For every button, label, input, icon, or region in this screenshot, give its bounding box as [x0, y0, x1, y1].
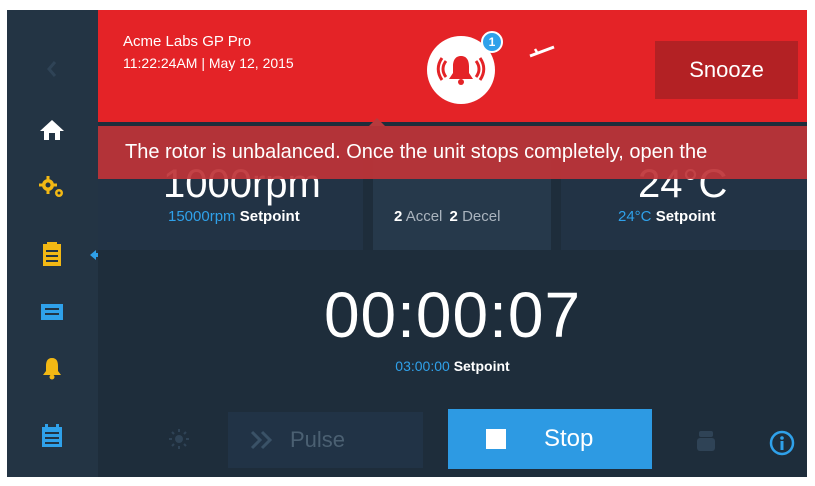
back-button[interactable] — [27, 47, 77, 91]
double-chevron-right-icon — [250, 430, 273, 450]
gear-icon — [39, 176, 63, 197]
temperature-setpoint: 24°C Setpoint — [618, 208, 716, 225]
device-screen: 1000rpm 24°C 15000rpm Setpoint 2 Accel 2… — [7, 10, 807, 477]
elapsed-timer: 00:00:07 — [323, 279, 582, 351]
timer-setpoint-label: Setpoint — [453, 358, 510, 374]
pulse-button[interactable]: Pulse — [228, 412, 423, 468]
sidebar — [7, 10, 98, 477]
calendar-icon — [42, 424, 62, 447]
sidebar-item-settings[interactable] — [27, 165, 77, 209]
stop-label: Stop — [544, 425, 594, 452]
speed-setpoint: 15000rpm Setpoint — [168, 208, 300, 225]
sidebar-item-home[interactable] — [27, 108, 77, 152]
pulse-label: Pulse — [290, 427, 346, 452]
alert-message[interactable]: The rotor is unbalanced. Once the unit s… — [98, 126, 807, 179]
stop-square-icon — [486, 429, 506, 449]
app-name: Acme Labs GP Pro — [123, 33, 252, 50]
sidebar-item-alarms[interactable] — [27, 346, 77, 390]
alert-header: Acme Labs GP Pro 11:22:24AM | May 12, 20… — [98, 10, 807, 122]
decel-label: Decel — [462, 208, 501, 225]
ringing-bell-icon — [436, 56, 486, 85]
snooze-button[interactable]: Snooze — [655, 41, 798, 99]
sidebar-item-programs[interactable] — [27, 232, 77, 276]
home-icon — [40, 120, 64, 140]
chevron-left-icon — [47, 61, 57, 77]
alert-pointer — [369, 118, 385, 126]
bell-icon — [43, 358, 61, 380]
timer-setpoint: 03:00:00 Setpoint — [98, 358, 807, 374]
accel-decel-values: 2 Accel 2 Decel — [394, 208, 500, 225]
timer-setpoint-value: 03:00:00 — [395, 358, 450, 374]
brightness-icon[interactable] — [168, 428, 190, 450]
lid-icon[interactable] — [696, 430, 716, 452]
alert-datetime: 11:22:24AM | May 12, 2015 — [123, 55, 294, 71]
sidebar-item-calendar[interactable] — [27, 414, 77, 458]
accel-value: 2 — [394, 208, 403, 225]
log-icon — [41, 304, 63, 320]
alarm-count-badge: 1 — [481, 31, 503, 53]
decel-value: 2 — [449, 208, 458, 225]
accel-label: Accel — [405, 208, 443, 225]
stop-button[interactable]: Stop — [448, 409, 652, 469]
clipboard-icon — [43, 242, 61, 266]
temperature-setpoint-label: Setpoint — [655, 208, 716, 225]
info-icon[interactable] — [769, 430, 795, 456]
speed-setpoint-value: 15000rpm — [168, 208, 236, 225]
sidebar-item-run-log[interactable] — [27, 290, 77, 334]
wrench-icon — [529, 45, 555, 58]
temperature-setpoint-value: 24°C — [618, 208, 652, 225]
speed-setpoint-label: Setpoint — [239, 208, 300, 225]
